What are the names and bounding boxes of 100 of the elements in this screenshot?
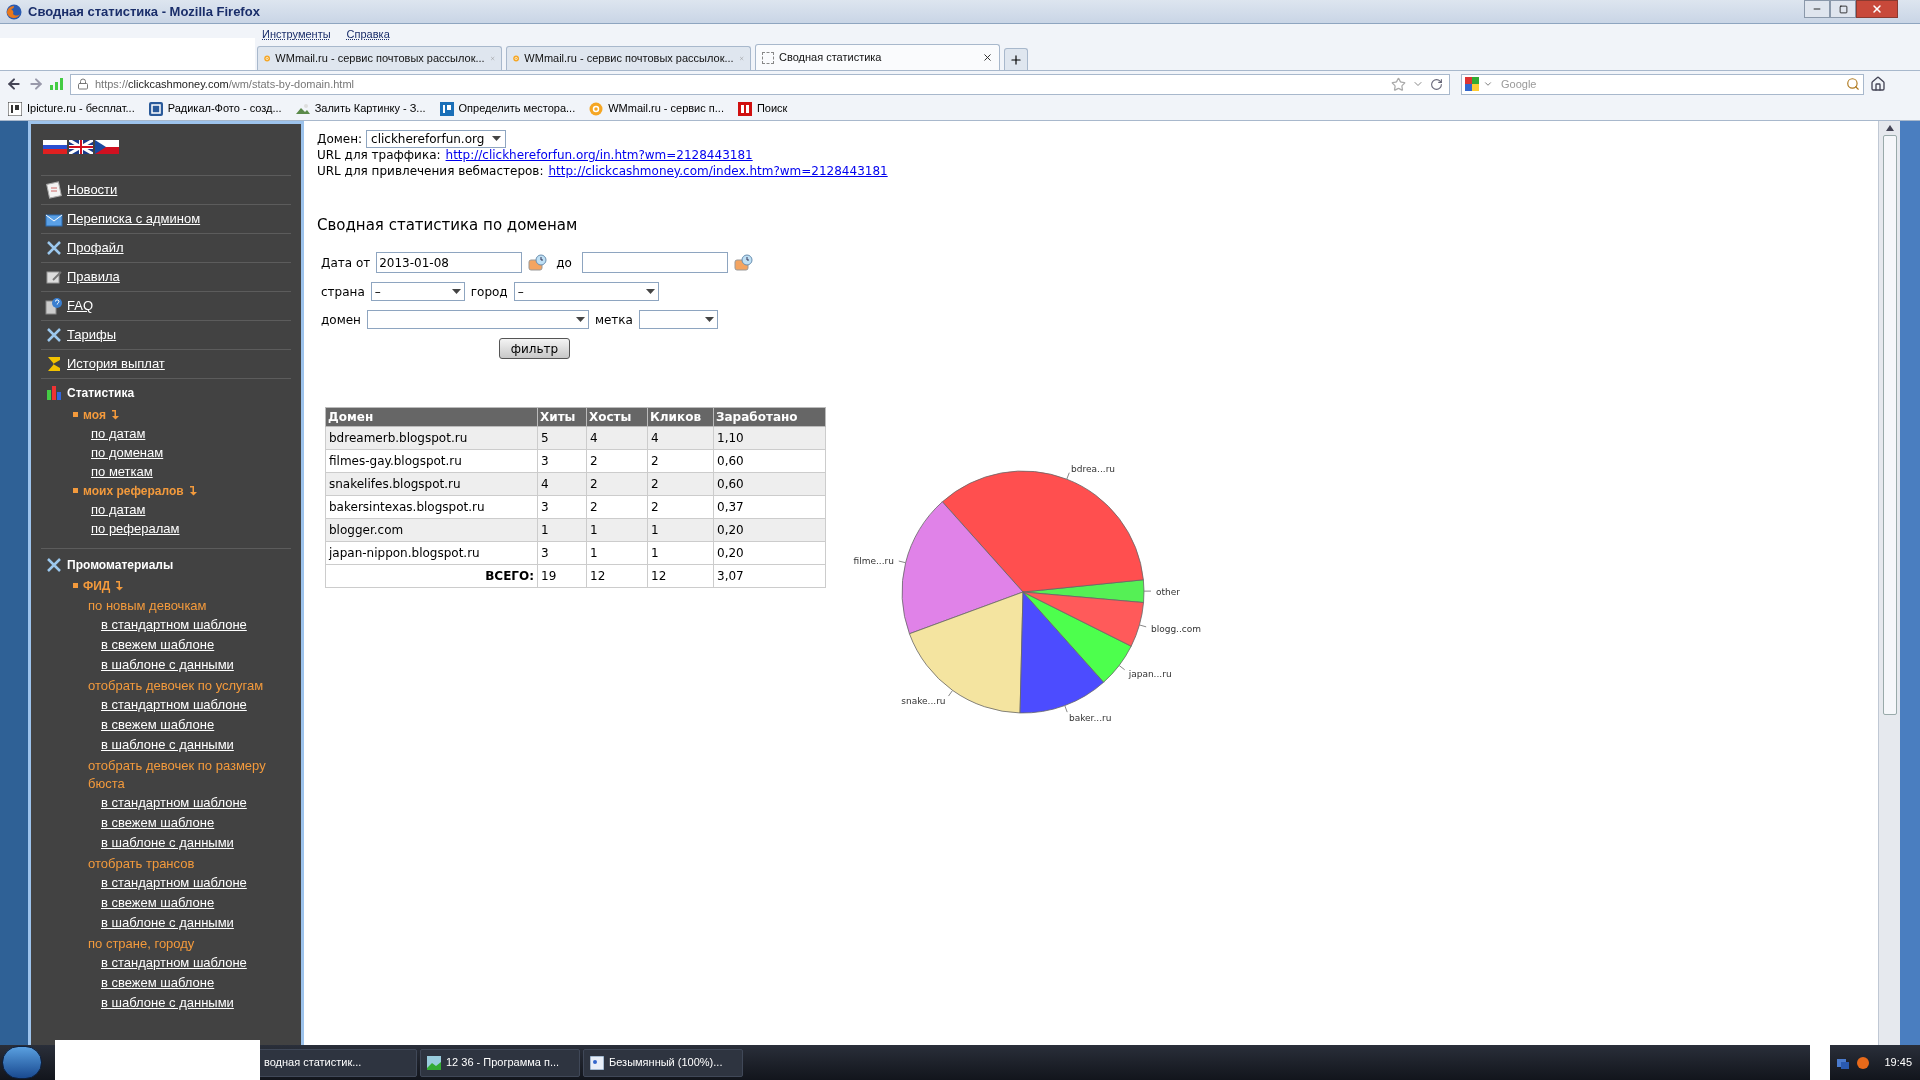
- search-placeholder: Google: [1500, 76, 1538, 92]
- sidebar-link[interactable]: в стандартном шаблоне: [101, 795, 247, 810]
- table-cell: bakersintexas.blogspot.ru: [325, 495, 538, 519]
- sidebar-link[interactable]: по доменам: [91, 445, 164, 460]
- submenu-title[interactable]: отобрать девочек по размеру бюста: [88, 757, 291, 793]
- search-icon[interactable]: [1846, 77, 1860, 91]
- bookmark-item[interactable]: Ipicture.ru - бесплат...: [8, 100, 135, 117]
- sidebar-link[interactable]: в шаблоне с данными: [101, 915, 234, 930]
- domain-select[interactable]: [366, 310, 589, 329]
- sidebar-link[interactable]: в шаблоне с данными: [101, 737, 234, 752]
- table-cell: 3,07: [713, 564, 826, 588]
- bookmark-item[interactable]: Радикал-Фото - созд...: [148, 100, 282, 117]
- sidebar-link[interactable]: в шаблоне с данными: [101, 835, 234, 850]
- country-select[interactable]: –: [370, 282, 465, 301]
- clock: 19:45: [1883, 1055, 1912, 1071]
- city-select[interactable]: –: [513, 282, 659, 301]
- date-from-field[interactable]: 2013-01-08: [376, 252, 523, 273]
- calendar-icon[interactable]: [528, 253, 549, 272]
- traffic-link[interactable]: http://clickhereforfun.org/in.htm?wm=2128443181: [445, 147, 753, 163]
- bullet-icon: [73, 488, 78, 493]
- tag-select[interactable]: [638, 310, 718, 329]
- submenu-title[interactable]: отобрать трансов: [88, 855, 291, 873]
- browser-tab[interactable]: WMmail.ru - сервис почтовых рассылок...: [257, 46, 502, 70]
- sidebar-link[interactable]: в стандартном шаблоне: [101, 697, 247, 712]
- webmaster-link[interactable]: http://clickcashmoney.com/index.htm?wm=2128443181: [548, 163, 888, 179]
- table-cell: japan-nippon.blogspot.ru: [325, 541, 538, 565]
- sidebar-link[interactable]: История выплат: [67, 354, 165, 374]
- close-tab-icon[interactable]: [982, 52, 993, 63]
- flag-icon[interactable]: [43, 140, 67, 154]
- sidebar-link[interactable]: в свежем шаблоне: [101, 895, 215, 910]
- sidebar-link[interactable]: в свежем шаблоне: [101, 717, 215, 732]
- flag-icon[interactable]: [69, 140, 93, 154]
- table-cell: blogger.com: [325, 518, 538, 542]
- sidebar-link[interactable]: в стандартном шаблоне: [101, 955, 247, 970]
- scroll-up-icon[interactable]: [1885, 125, 1894, 131]
- taskbar-button[interactable]: водная статистик...: [257, 1048, 417, 1077]
- bookmark-item[interactable]: Определить местора...: [439, 100, 576, 117]
- sidebar-link[interactable]: в свежем шаблоне: [101, 975, 215, 990]
- scrollbar[interactable]: [1878, 121, 1900, 1045]
- menu-item[interactable]: Инструменты: [262, 25, 331, 43]
- sidebar-link[interactable]: в свежем шаблоне: [101, 815, 215, 830]
- sidebar-link[interactable]: Профайл: [67, 238, 124, 258]
- calendar-icon[interactable]: [733, 253, 754, 272]
- table-cell: 2: [647, 449, 714, 473]
- sidebar-link[interactable]: по датам: [91, 426, 146, 441]
- table-cell: 4: [647, 426, 714, 450]
- sidebar-link[interactable]: FAQ: [67, 296, 93, 316]
- menu-item[interactable]: Справка: [346, 25, 390, 43]
- sidebar-link[interactable]: по рефералам: [91, 521, 180, 536]
- browser-tab[interactable]: Сводная статистика: [755, 44, 1000, 70]
- tools-icon: [45, 239, 63, 257]
- forward-icon[interactable]: [28, 76, 44, 92]
- sidebar-link[interactable]: в свежем шаблоне: [101, 637, 215, 652]
- start-button[interactable]: [2, 1046, 42, 1079]
- sidebar-link[interactable]: в стандартном шаблоне: [101, 617, 247, 632]
- domain-select[interactable]: clickhereforfun.org: [366, 129, 507, 148]
- sidebar-link[interactable]: Тарифы: [67, 325, 117, 345]
- notepad-pencil-icon: [45, 268, 63, 286]
- sidebar-link[interactable]: по меткам: [91, 464, 153, 479]
- maximize-button[interactable]: [1830, 0, 1856, 18]
- table-cell: 0,20: [713, 541, 826, 565]
- submenu-title[interactable]: моих рефералов: [83, 481, 184, 500]
- home-icon[interactable]: [1870, 76, 1886, 92]
- sidebar-link[interactable]: по датам: [91, 502, 146, 517]
- sidebar-link[interactable]: в шаблоне с данными: [101, 995, 234, 1010]
- submenu-title[interactable]: ФИД: [83, 576, 111, 595]
- submenu-title[interactable]: моя: [83, 405, 106, 424]
- flag-icon[interactable]: [95, 140, 119, 154]
- bookmark-star-icon[interactable]: [1391, 76, 1406, 92]
- minimize-button[interactable]: [1804, 0, 1830, 18]
- table-cell: 4: [586, 426, 648, 450]
- table-cell: 1: [586, 541, 648, 565]
- circle-icon: [1856, 1055, 1871, 1070]
- sidebar-link[interactable]: Новости: [67, 180, 118, 200]
- submenu-title[interactable]: по новым девочкам: [88, 597, 291, 615]
- reload-icon[interactable]: [1430, 77, 1443, 91]
- table-cell: bdreamerb.blogspot.ru: [325, 426, 538, 450]
- taskbar-button[interactable]: 12 36 - Программа п...: [420, 1048, 580, 1077]
- close-button[interactable]: [1856, 0, 1898, 18]
- bookmark-item[interactable]: Поиск: [737, 100, 788, 117]
- filter-button[interactable]: фильтр: [499, 338, 570, 359]
- page-heading: Сводная статистика по доменам: [317, 215, 579, 235]
- sidebar-link[interactable]: в шаблоне с данными: [101, 657, 234, 672]
- field-label: метка: [594, 311, 633, 329]
- table-cell: 4: [537, 472, 587, 496]
- sidebar-link[interactable]: Переписка с админом: [67, 209, 201, 229]
- submenu-title[interactable]: по стране, городу: [88, 935, 291, 953]
- taskbar-button[interactable]: Безымянный (100%)...: [583, 1048, 743, 1077]
- browser-tab[interactable]: WMmail.ru - сервис почтовых рассылок...: [506, 46, 751, 70]
- submenu-title[interactable]: отобрать девочек по услугам: [88, 677, 291, 695]
- back-icon[interactable]: [6, 76, 22, 92]
- bookmark-item[interactable]: WMmail.ru - сервис п...: [589, 100, 724, 117]
- table-cell: 12: [647, 564, 714, 588]
- table-cell: 2: [586, 495, 648, 519]
- date-to-field[interactable]: [581, 252, 728, 273]
- sidebar-link[interactable]: Правила: [67, 267, 120, 287]
- sidebar-link[interactable]: в стандартном шаблоне: [101, 875, 247, 890]
- bookmark-item[interactable]: Залить Картинку - З...: [295, 100, 426, 117]
- new-tab-button[interactable]: [1004, 48, 1028, 70]
- address-bar[interactable]: https://clickcashmoney.com/wm/stats-by-domain.html: [70, 73, 1450, 95]
